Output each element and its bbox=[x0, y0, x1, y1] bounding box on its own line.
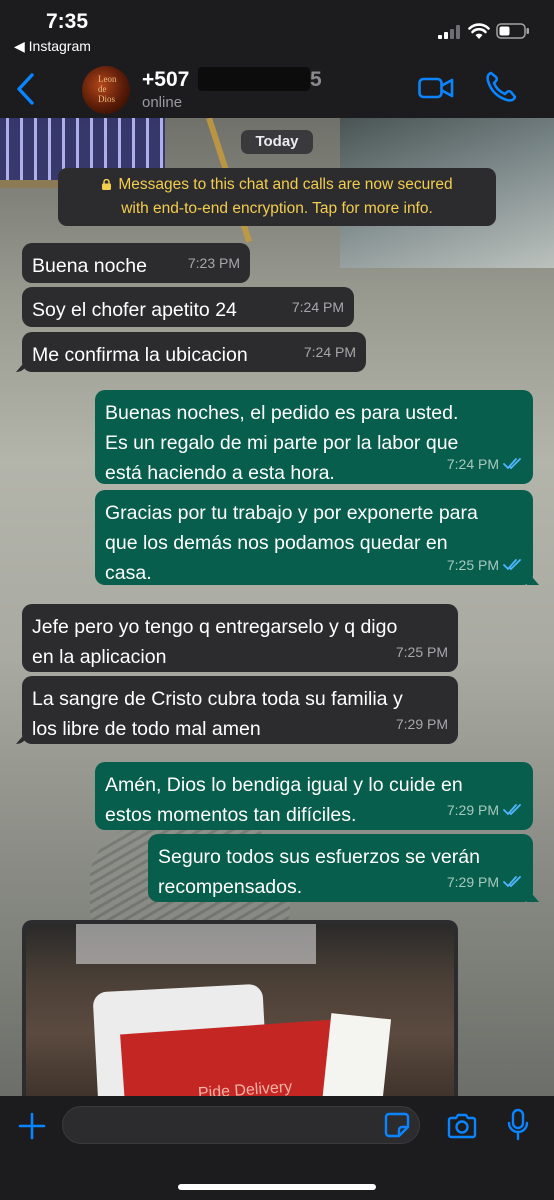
message-time: 7:25 PM bbox=[395, 644, 448, 660]
contact-number[interactable]: +507 bbox=[142, 68, 189, 92]
encryption-text-2: with end-to-end encryption. Tap for more… bbox=[121, 200, 433, 217]
clock: 7:35 bbox=[46, 10, 89, 33]
voice-call-icon[interactable] bbox=[484, 70, 518, 104]
camera-icon[interactable] bbox=[446, 1112, 478, 1140]
composer-bar bbox=[0, 1096, 554, 1200]
message-text: Jefe pero yo tengo q entregarselo y q di… bbox=[32, 616, 398, 668]
message-bubble-incoming[interactable]: Me confirma la ubicacion 7:24 PM bbox=[22, 332, 366, 372]
avatar-logo-artwork: Leon de Dios bbox=[98, 74, 117, 104]
message-bubble-incoming[interactable]: Soy el chofer apetito 24 7:24 PM bbox=[22, 287, 354, 327]
chat-area[interactable]: Today Messages to this chat and calls ar… bbox=[0, 118, 554, 1096]
message-bubble-incoming[interactable]: Jefe pero yo tengo q entregarselo y q di… bbox=[22, 604, 458, 672]
encryption-notice[interactable]: Messages to this chat and calls are now … bbox=[58, 168, 496, 226]
encryption-notice-line1: Messages to this chat and calls are now … bbox=[58, 173, 496, 197]
contact-avatar[interactable]: Leon de Dios bbox=[82, 66, 130, 114]
message-time: 7:25 PM bbox=[446, 557, 499, 573]
message-bubble-incoming[interactable]: Buena noche 7:23 PM bbox=[22, 243, 250, 283]
message-time: 7:23 PM bbox=[187, 255, 240, 271]
message-meta: 7:24 PM bbox=[292, 292, 344, 322]
date-separator: Today bbox=[241, 130, 313, 154]
message-bubble-incoming[interactable]: La sangre de Cristo cubra toda su famili… bbox=[22, 676, 458, 744]
message-bubble-outgoing[interactable]: Gracias por tu trabajo y por exponerte p… bbox=[95, 490, 533, 585]
photo-receipt bbox=[320, 1013, 392, 1096]
message-time: 7:29 PM bbox=[395, 716, 448, 732]
contact-number-tail: 5 bbox=[310, 68, 322, 91]
battery-icon bbox=[496, 23, 529, 39]
back-to-instagram-link[interactable]: ◀ Instagram bbox=[14, 38, 91, 55]
message-meta: 7:25 PM bbox=[447, 550, 523, 580]
message-meta: 7:24 PM bbox=[304, 337, 356, 367]
read-receipt-icon bbox=[503, 876, 521, 888]
cellular-signal-icon bbox=[438, 25, 460, 39]
lock-icon bbox=[102, 179, 112, 190]
message-bubble-outgoing[interactable]: Seguro todos sus esfuerzos se verán reco… bbox=[148, 834, 533, 902]
chat-header: Leon de Dios +507 5 online bbox=[0, 58, 554, 118]
message-text: La sangre de Cristo cubra toda su famili… bbox=[32, 688, 403, 740]
photo-message[interactable]: Pide Delivery bbox=[22, 920, 458, 1096]
message-meta: 7:29 PM bbox=[447, 867, 523, 897]
photo-chair-back bbox=[76, 924, 316, 964]
wifi-icon bbox=[468, 23, 490, 39]
video-call-icon[interactable] bbox=[418, 76, 454, 100]
read-receipt-icon bbox=[503, 458, 521, 470]
message-time: 7:29 PM bbox=[446, 874, 499, 890]
attach-plus-icon[interactable] bbox=[18, 1112, 46, 1140]
message-time: 7:24 PM bbox=[446, 456, 499, 472]
photo-image: Pide Delivery bbox=[26, 924, 454, 1096]
sticker-icon[interactable] bbox=[384, 1112, 410, 1138]
read-receipt-icon bbox=[503, 804, 521, 816]
encryption-text-1: Messages to this chat and calls are now … bbox=[118, 176, 453, 193]
presence-status: online bbox=[142, 94, 183, 111]
message-input[interactable] bbox=[62, 1106, 420, 1144]
message-meta: 7:29 PM bbox=[447, 795, 523, 825]
message-bubble-outgoing[interactable]: Amén, Dios lo bendiga igual y lo cuide e… bbox=[95, 762, 533, 830]
message-time: 7:24 PM bbox=[303, 344, 356, 360]
message-bubble-outgoing[interactable]: Buenas noches, el pedido es para usted. … bbox=[95, 390, 533, 484]
message-meta: 7:24 PM bbox=[447, 449, 523, 479]
message-meta: 7:29 PM bbox=[396, 709, 448, 739]
redacted-number-block bbox=[198, 67, 310, 91]
message-meta: 7:23 PM bbox=[188, 248, 240, 278]
message-time: 7:29 PM bbox=[446, 802, 499, 818]
microphone-icon[interactable] bbox=[506, 1108, 530, 1142]
back-chevron-icon[interactable] bbox=[14, 72, 38, 106]
status-bar: 7:35 ◀ Instagram bbox=[0, 0, 554, 58]
message-time: 7:24 PM bbox=[291, 299, 344, 315]
home-indicator bbox=[178, 1184, 376, 1190]
message-meta: 7:25 PM bbox=[396, 637, 448, 667]
read-receipt-icon bbox=[503, 559, 521, 571]
